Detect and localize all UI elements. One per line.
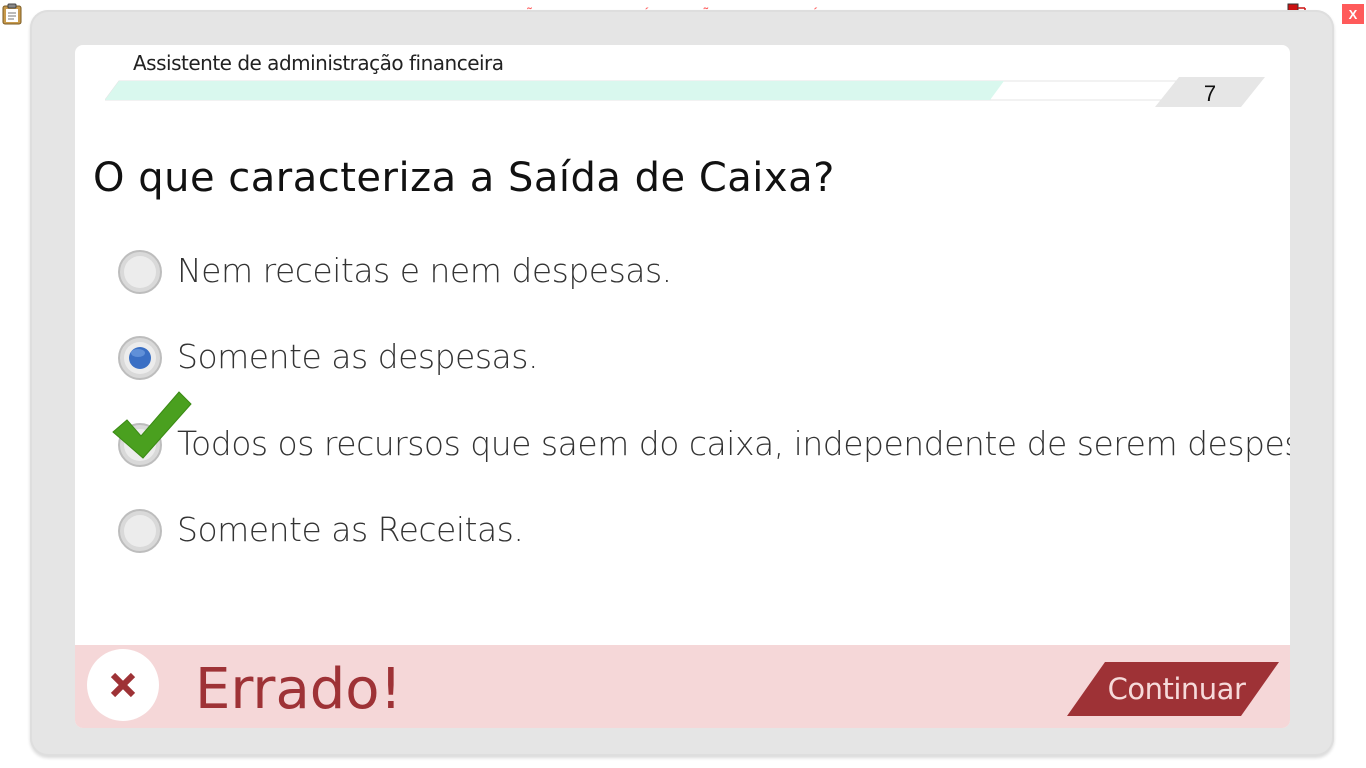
option-label: Todos os recursos que saem do caixa, ind… <box>177 424 1290 463</box>
course-title: Assistente de administração financeira <box>133 51 504 75</box>
lesson-panel: Assistente de administração financeira 7… <box>75 45 1290 728</box>
radio-unselected-icon[interactable] <box>117 422 163 468</box>
continue-label: Continuar <box>1107 672 1246 706</box>
question-text: O que caracteriza a Saída de Caixa? <box>93 155 835 201</box>
radio-unselected-icon[interactable] <box>117 249 163 295</box>
close-button[interactable]: X <box>1342 4 1364 24</box>
option-3[interactable]: Todos os recursos que saem do caixa, ind… <box>112 391 1290 470</box>
option-4[interactable]: Somente as Receitas. <box>117 506 557 556</box>
clipboard-icon[interactable] <box>2 3 22 25</box>
option-label: Somente as despesas. <box>177 337 538 376</box>
option-label: Nem receitas e nem despesas. <box>177 251 672 290</box>
page-number: 7 <box>1203 81 1217 106</box>
option-label: Somente as Receitas. <box>177 510 524 549</box>
progress-bar <box>105 78 1185 101</box>
radio-unselected-icon[interactable] <box>117 508 163 554</box>
continue-button[interactable]: Continuar <box>1065 661 1280 717</box>
wrong-icon <box>87 649 159 721</box>
option-2[interactable]: Somente as despesas. <box>117 333 577 383</box>
page-number-badge: 7 <box>1155 77 1265 107</box>
radio-selected-icon[interactable] <box>117 335 163 381</box>
feedback-result: Errado! <box>195 657 403 722</box>
option-1[interactable]: Nem receitas e nem despesas. <box>117 247 677 297</box>
feedback-bar: Errado! Continuar <box>75 645 1290 728</box>
